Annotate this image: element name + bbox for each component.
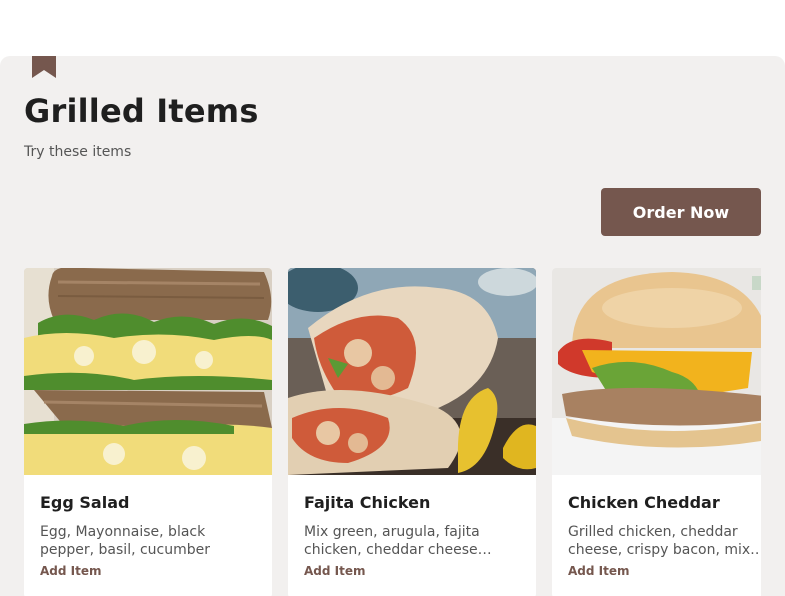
- item-description: Grilled chicken, cheddar cheese, crispy …: [568, 524, 761, 558]
- section-title: Grilled Items: [24, 92, 259, 130]
- fajita-chicken-wrap-image: [288, 268, 536, 475]
- item-name: Chicken Cheddar: [568, 493, 720, 512]
- grilled-items-section: Grilled Items Try these items Order Now: [0, 56, 785, 596]
- chicken-cheddar-sandwich-image: [552, 268, 761, 475]
- bookmark-icon[interactable]: [32, 56, 56, 78]
- item-card[interactable]: Egg Salad Egg, Mayonnaise, black pepper,…: [24, 268, 272, 596]
- section-subtitle: Try these items: [24, 144, 132, 160]
- item-card[interactable]: Chicken Cheddar Grilled chicken, cheddar…: [552, 268, 761, 596]
- egg-salad-sandwich-image: [24, 268, 272, 475]
- item-name: Egg Salad: [40, 493, 130, 512]
- item-list: Egg Salad Egg, Mayonnaise, black pepper,…: [24, 268, 761, 596]
- item-description: Mix green, arugula, fajita chicken, ched…: [304, 524, 492, 558]
- item-description: Egg, Mayonnaise, black pepper, basil, cu…: [40, 524, 211, 558]
- item-name: Fajita Chicken: [304, 493, 431, 512]
- item-card[interactable]: Fajita Chicken Mix green, arugula, fajit…: [288, 268, 536, 596]
- order-now-button[interactable]: Order Now: [601, 188, 761, 236]
